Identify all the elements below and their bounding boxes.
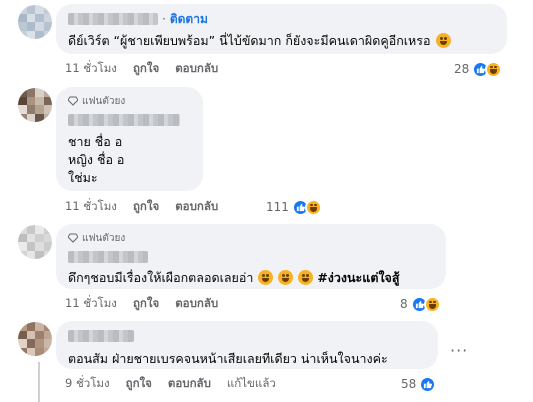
avatar[interactable] bbox=[18, 88, 52, 122]
author-name-blurred[interactable] bbox=[68, 114, 180, 126]
like-button[interactable]: ถูกใจ bbox=[133, 60, 159, 78]
avatar[interactable] bbox=[18, 322, 52, 356]
diamond-icon bbox=[68, 233, 78, 243]
laughing-emoji-icon bbox=[435, 33, 451, 48]
reply-button[interactable]: ตอบกลับ bbox=[175, 60, 218, 78]
author-name-blurred[interactable] bbox=[68, 251, 148, 263]
edited-label[interactable]: แก้ไขแล้ว bbox=[227, 375, 276, 393]
comment-bubble: · ติดตาม ดีย์เวิร์ต “ผู้ชายเพียบพร้อม” น… bbox=[56, 4, 507, 54]
comment-bubble: แฟนตัวยง ชาย ชื่อ อ หญิง ชื่อ อ ใช่มะ bbox=[56, 87, 203, 191]
author-name-blurred[interactable] bbox=[68, 13, 158, 25]
laughing-emoji-icon bbox=[258, 270, 274, 285]
comment-time[interactable]: 9 ชั่วโมง bbox=[65, 375, 110, 393]
avatar[interactable] bbox=[18, 225, 52, 259]
reaction-count: 28 bbox=[454, 62, 470, 76]
comment-text: ดีย์เวิร์ต “ผู้ชายเพียบพร้อม” นี่ไบ้ขัดม… bbox=[68, 33, 431, 48]
comment-time[interactable]: 11 ชั่วโมง bbox=[65, 295, 117, 313]
like-reaction-icon bbox=[419, 375, 437, 393]
diamond-icon bbox=[68, 96, 78, 106]
hashtag-link[interactable]: #ง่วงนะแต่ใจสู้ bbox=[317, 270, 399, 285]
reaction-count: 8 bbox=[400, 297, 408, 311]
thread-connector bbox=[38, 362, 40, 402]
like-button[interactable]: ถูกใจ bbox=[126, 375, 152, 393]
reaction-summary[interactable]: 8 bbox=[400, 295, 441, 313]
reaction-summary[interactable]: 111 bbox=[266, 198, 322, 216]
reaction-summary[interactable]: 58 bbox=[401, 375, 437, 393]
comment-text: ตอนสัม ฝ่ายชายเบรคจนหน้าเสียเลยทีเดียว น… bbox=[68, 351, 388, 366]
follow-button[interactable]: ติดตาม bbox=[170, 10, 208, 29]
reply-button[interactable]: ตอบกลับ bbox=[175, 295, 218, 313]
reaction-summary[interactable]: 28 bbox=[454, 60, 503, 78]
separator-dot: · bbox=[162, 12, 166, 26]
more-options-icon[interactable]: ··· bbox=[450, 341, 468, 360]
author-name-blurred[interactable] bbox=[68, 330, 134, 342]
haha-reaction-icon bbox=[304, 198, 322, 216]
reply-button[interactable]: ตอบกลับ bbox=[175, 198, 218, 216]
comment-bubble: แฟนตัวยง ดึกๆชอบมีเรื่องให้เผือกตลอดเลยอ… bbox=[56, 224, 446, 289]
comment-text-line: ใช่มะ bbox=[68, 170, 98, 185]
reaction-count: 58 bbox=[401, 377, 417, 391]
haha-reaction-icon bbox=[485, 60, 503, 78]
laughing-emoji-icon bbox=[278, 270, 294, 285]
reaction-count: 111 bbox=[266, 200, 289, 214]
comment-time[interactable]: 11 ชั่วโมง bbox=[65, 60, 117, 78]
reply-button[interactable]: ตอบกลับ bbox=[168, 375, 211, 393]
comment-time[interactable]: 11 ชั่วโมง bbox=[65, 198, 117, 216]
comment-text-line: หญิง ชื่อ อ bbox=[68, 152, 125, 167]
top-fan-badge: แฟนตัวยง bbox=[82, 95, 126, 107]
avatar[interactable] bbox=[18, 5, 52, 39]
top-fan-badge: แฟนตัวยง bbox=[82, 232, 126, 244]
laughing-emoji-icon bbox=[298, 270, 314, 285]
comment-text: ดึกๆชอบมีเรื่องให้เผือกตลอดเลยอ่า bbox=[68, 270, 254, 285]
like-button[interactable]: ถูกใจ bbox=[133, 198, 159, 216]
haha-reaction-icon bbox=[423, 295, 441, 313]
comment-bubble: ตอนสัม ฝ่ายชายเบรคจนหน้าเสียเลยทีเดียว น… bbox=[56, 321, 438, 369]
comment-text-line: ชาย ชื่อ อ bbox=[68, 134, 123, 149]
like-button[interactable]: ถูกใจ bbox=[133, 295, 159, 313]
